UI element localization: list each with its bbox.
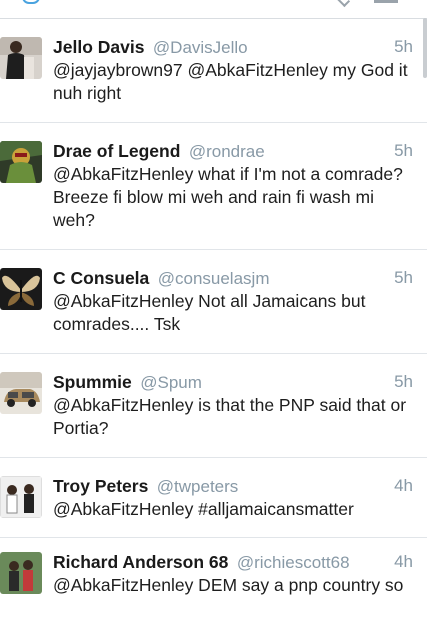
avatar[interactable]: [0, 141, 42, 183]
tweet-text: @AbkaFitzHenley DEM say a pnp country so: [53, 575, 404, 595]
timestamp: 4h: [394, 552, 413, 571]
author-name[interactable]: Drae of Legend: [53, 141, 180, 161]
tweet-item[interactable]: Spummie @Spum 5h @AbkaFitzHenley is that…: [0, 354, 427, 458]
avatar[interactable]: [0, 37, 42, 79]
tweet-item[interactable]: Troy Peters @twpeters 4h @AbkaFitzHenley…: [0, 458, 427, 538]
timestamp: 5h: [394, 141, 413, 160]
timestamp: 5h: [394, 372, 413, 391]
author-handle[interactable]: @richiescott68: [237, 553, 350, 572]
author-handle[interactable]: @DavisJello: [153, 38, 248, 57]
author-handle[interactable]: @Spum: [140, 373, 202, 392]
avatar[interactable]: [0, 372, 42, 414]
menu-icon[interactable]: [374, 0, 398, 3]
tweet-item[interactable]: Drae of Legend @rondrae 5h @AbkaFitzHenl…: [0, 123, 427, 250]
avatar[interactable]: [0, 476, 42, 518]
tweet-feed: Jello Davis @DavisJello 5h @jayjaybrown9…: [0, 19, 427, 638]
timestamp: 5h: [394, 268, 413, 287]
author-handle[interactable]: @consuelasjm: [158, 269, 270, 288]
author-name[interactable]: Spummie: [53, 372, 132, 392]
timestamp: 5h: [394, 37, 413, 56]
timestamp: 4h: [394, 476, 413, 495]
avatar[interactable]: [0, 268, 42, 310]
tweet-text: @AbkaFitzHenley Not all Jamaicans but co…: [53, 291, 366, 334]
tweet-text: @AbkaFitzHenley is that the PNP said tha…: [53, 395, 407, 438]
avatar[interactable]: [0, 552, 42, 594]
home-icon[interactable]: [22, 0, 40, 4]
tweet-text: @AbkaFitzHenley #alljamaicansmatter: [53, 499, 354, 519]
author-name[interactable]: Troy Peters: [53, 476, 148, 496]
top-toolbar: [0, 0, 427, 19]
author-name[interactable]: Jello Davis: [53, 37, 144, 57]
tweet-text: @AbkaFitzHenley what if I'm not a comrad…: [53, 164, 403, 230]
tweet-text: @jayjaybrown97 @AbkaFitzHenley my God it…: [53, 60, 408, 103]
tweet-item[interactable]: Jello Davis @DavisJello 5h @jayjaybrown9…: [0, 19, 427, 123]
tweet-item[interactable]: Richard Anderson 68 @richiescott68 4h @A…: [0, 538, 427, 638]
tweet-item[interactable]: C Consuela @consuelasjm 5h @AbkaFitzHenl…: [0, 250, 427, 354]
chevron-down-icon[interactable]: [335, 0, 351, 8]
author-name[interactable]: C Consuela: [53, 268, 149, 288]
author-handle[interactable]: @rondrae: [189, 142, 265, 161]
author-handle[interactable]: @twpeters: [157, 477, 239, 496]
author-name[interactable]: Richard Anderson 68: [53, 552, 228, 572]
